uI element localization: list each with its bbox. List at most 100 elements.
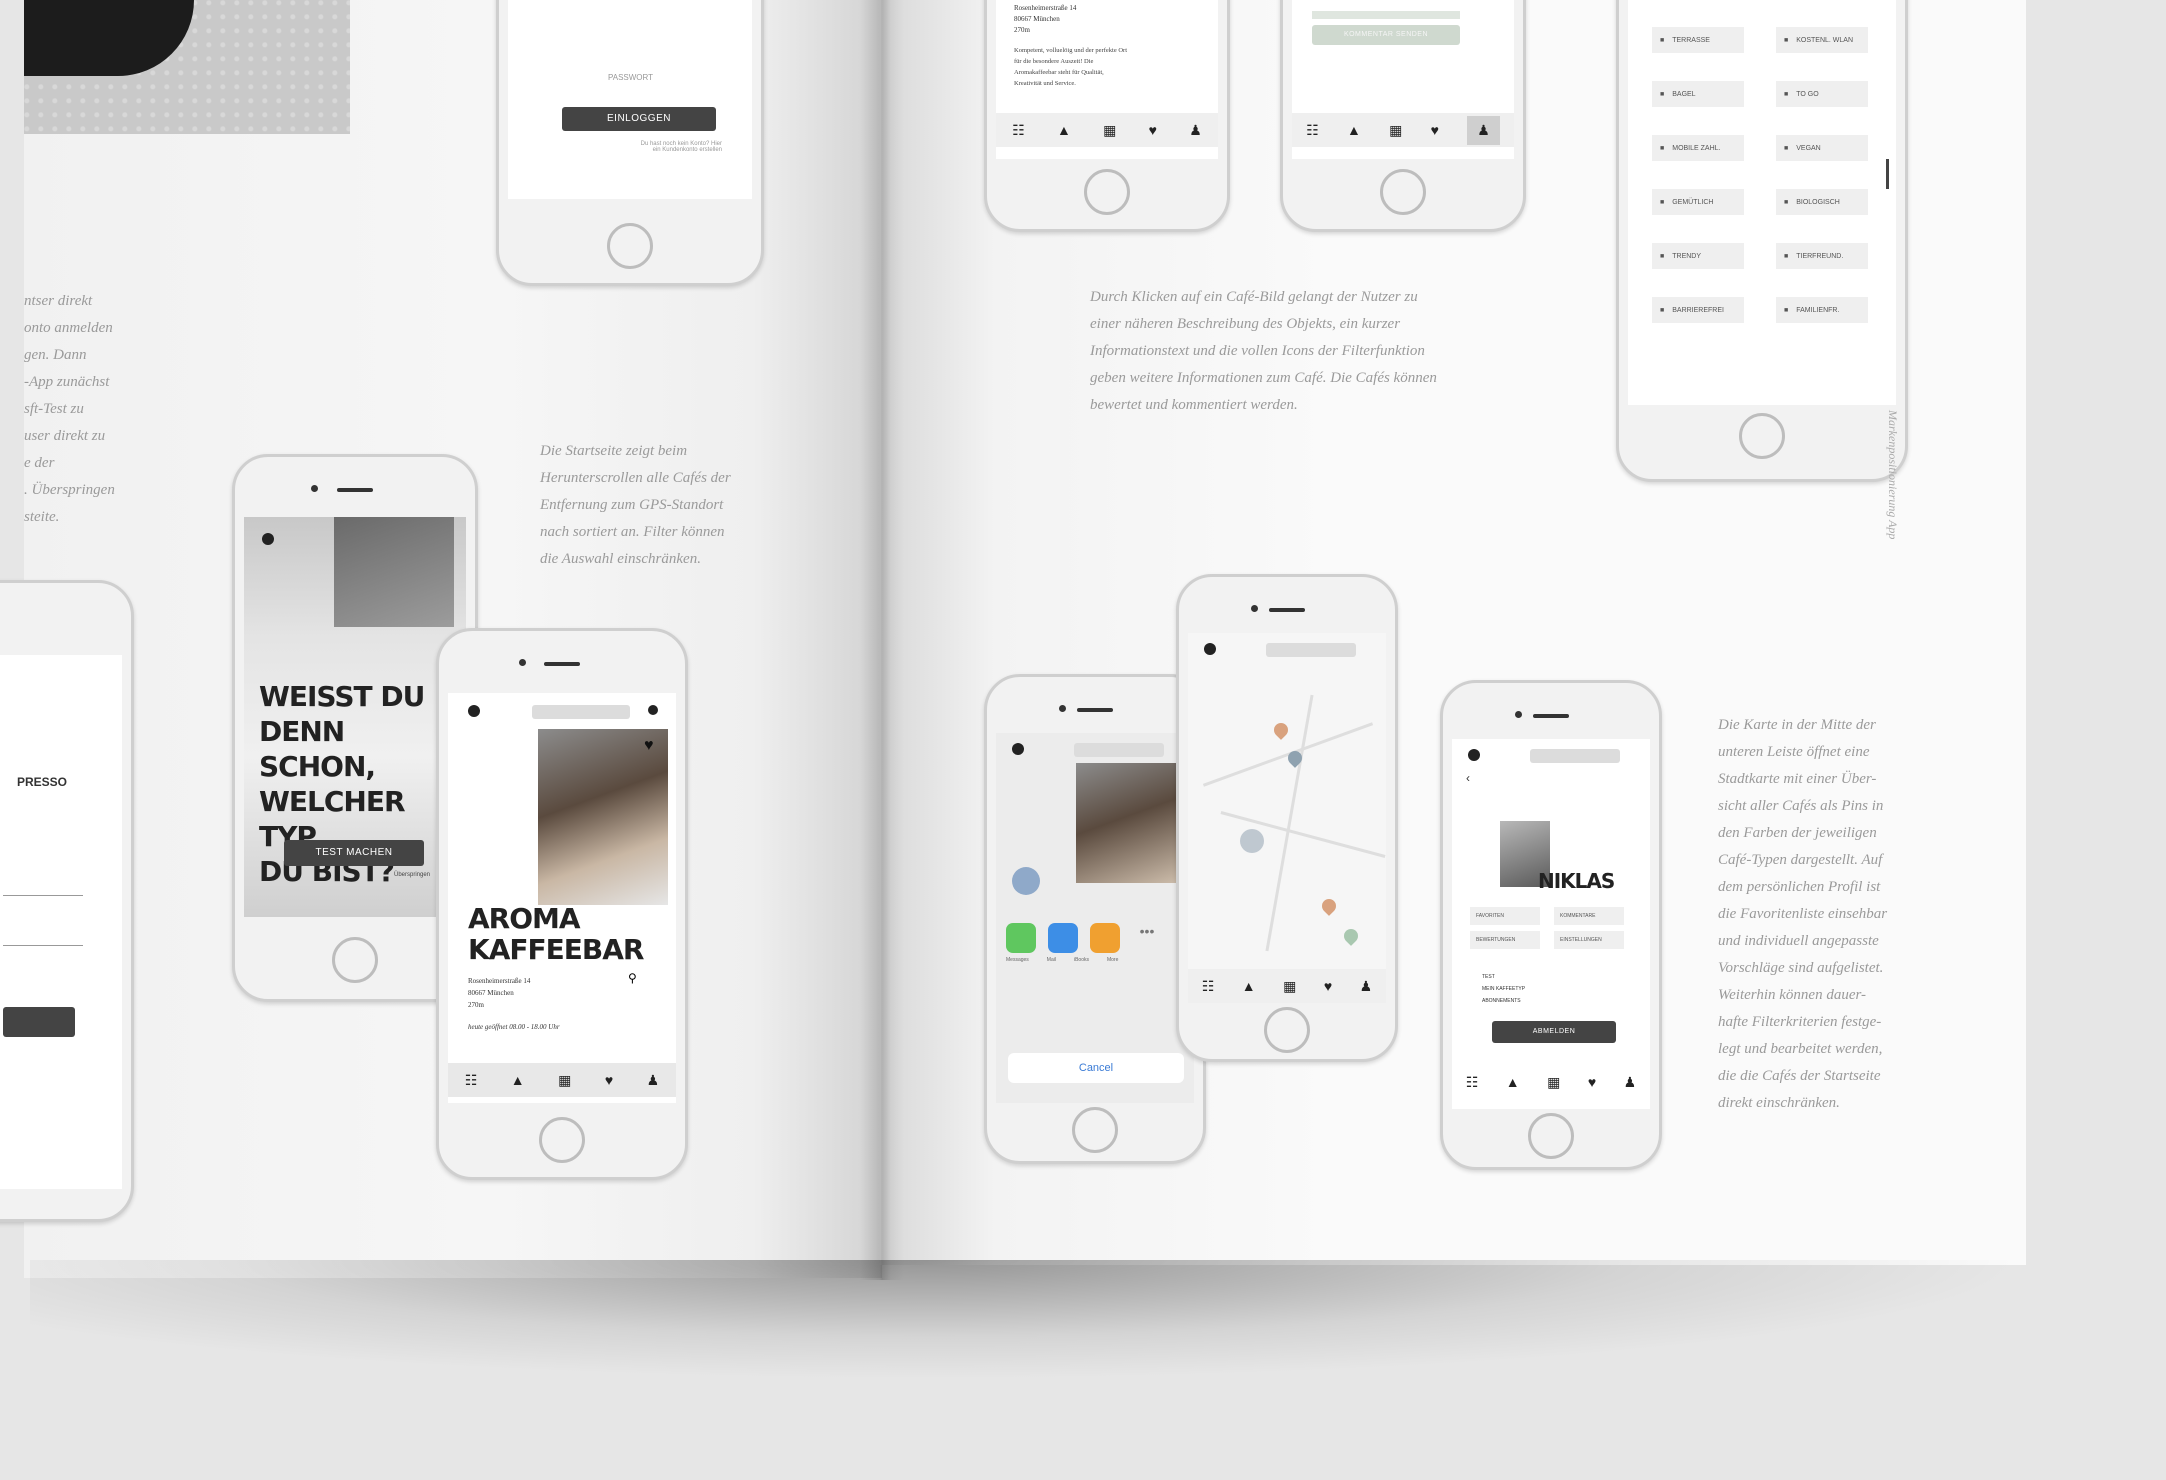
filter-chip[interactable]: ■ BARRIEREFREI <box>1652 297 1744 323</box>
home-button[interactable] <box>539 1117 585 1163</box>
filter-chip-icon: ■ <box>1660 36 1665 44</box>
location-tab-icon[interactable]: ▲ <box>1347 122 1361 138</box>
filter-chip[interactable]: ■ KOSTENL. WLAN <box>1776 27 1868 53</box>
favorites-chip[interactable]: FAVORITEN <box>1470 907 1540 925</box>
profile-tab-icon[interactable]: ♟ <box>1189 122 1202 139</box>
profile-tab-icon[interactable]: ♟ <box>1624 1074 1637 1091</box>
heart-icon[interactable]: ♥ <box>644 737 654 755</box>
map-tab-icon[interactable]: ▦ <box>1283 978 1296 995</box>
filter-chip[interactable]: ■ GEMÜTLICH <box>1652 189 1744 215</box>
filter-tab-icon[interactable]: ☷ <box>1012 122 1025 139</box>
profile-tab-icon[interactable]: ♟ <box>1467 115 1500 145</box>
filter-chip[interactable]: ■ VEGAN <box>1776 135 1868 161</box>
filter-chip[interactable]: ■ TIERFREUND. <box>1776 243 1868 269</box>
cafe-pin[interactable] <box>1271 720 1291 740</box>
filter-tab-icon[interactable]: ☷ <box>1306 122 1319 139</box>
list-item[interactable]: ABONNEMENTS <box>1482 995 1525 1007</box>
list-item[interactable]: MEIN KAFFEETYP <box>1482 983 1525 995</box>
favorites-tab-icon[interactable]: ♥ <box>1588 1074 1596 1090</box>
favorites-tab-icon[interactable]: ♥ <box>1149 122 1157 138</box>
home-button[interactable] <box>1072 1107 1118 1153</box>
filter-chip-label: VEGAN <box>1796 144 1821 152</box>
search-input[interactable] <box>1530 749 1620 763</box>
map-tab-icon[interactable]: ▦ <box>1389 122 1402 139</box>
location-tab-icon[interactable]: ▲ <box>1057 122 1071 138</box>
tab-bar: ☷ ▲ ▦ ♥ ♟ <box>448 1063 676 1097</box>
home-button[interactable] <box>332 937 378 983</box>
filter-tab-icon[interactable]: ☷ <box>465 1072 478 1089</box>
filter-chip[interactable]: ■ BIOLOGISCH <box>1776 189 1868 215</box>
filter-tab-icon[interactable]: ☷ <box>1202 978 1215 995</box>
front-camera <box>1059 705 1066 712</box>
filter-chip-label: TIERFREUND. <box>1796 252 1844 260</box>
detail-description: Kompetent, volluelöig und der perfekte O… <box>1014 47 1127 87</box>
favorites-tab-icon[interactable]: ♥ <box>1324 978 1332 994</box>
password-label: PASSWORT <box>608 73 654 82</box>
home-button[interactable] <box>607 223 653 269</box>
favorites-tab-icon[interactable]: ♥ <box>605 1072 613 1088</box>
skip-link[interactable]: Überspringen <box>394 872 430 878</box>
search-input[interactable] <box>1074 743 1164 757</box>
comment-field[interactable] <box>1312 11 1460 19</box>
cafe-phone: ♥ AROMA KAFFEEBAR Rosenheimerstraße 14 8… <box>436 628 688 1180</box>
filter-chip-icon: ■ <box>1660 198 1665 206</box>
share-app-labels: Messages Mail iBooks More <box>1006 957 1119 963</box>
test-button[interactable]: TEST MACHEN <box>284 840 424 866</box>
filter-tab-icon[interactable]: ☷ <box>1466 1074 1479 1091</box>
list-item[interactable]: TEST <box>1482 971 1525 983</box>
filter-chip[interactable]: ■ FAMILIENFR. <box>1776 297 1868 323</box>
quiz-screen: WEISST DU DENN SCHON, WELCHER TYP DU BIS… <box>244 517 466 917</box>
caption-startseite: Die Startseite zeigt beim Herunterscroll… <box>540 443 731 567</box>
front-camera <box>1251 605 1258 612</box>
filter-chip[interactable]: ■ TO GO <box>1776 81 1868 107</box>
location-tab-icon[interactable]: ▲ <box>1506 1074 1520 1090</box>
send-comment-button[interactable]: KOMMENTAR SENDEN <box>1312 25 1460 45</box>
speaker <box>544 662 580 666</box>
cancel-button[interactable]: Cancel <box>1008 1053 1184 1083</box>
filter-chip[interactable]: ■ BAGEL <box>1652 81 1744 107</box>
home-button[interactable] <box>1739 413 1785 459</box>
login-button[interactable]: EINLOGGEN <box>562 107 716 131</box>
detail-screen: Rosenheimerstraße 14 80667 München 270m … <box>996 0 1218 159</box>
ibooks-icon[interactable] <box>1090 923 1120 953</box>
filter-chip-label: MOBILE ZAHL. <box>1672 144 1721 152</box>
search-input[interactable] <box>1266 643 1356 657</box>
logout-button[interactable]: ABMELDEN <box>1492 1021 1616 1043</box>
search-input[interactable] <box>532 705 630 719</box>
favorites-tab-icon[interactable]: ♥ <box>1431 122 1439 138</box>
more-icon[interactable]: ••• <box>1132 923 1162 953</box>
scrollbar[interactable] <box>1886 159 1889 189</box>
cafe-address: Rosenheimerstraße 14 80667 München 270m <box>468 977 531 1009</box>
left-body-text: ntser direkt onto anmelden gen. Dann -Ap… <box>24 293 115 525</box>
settings-chip[interactable]: EINSTELLUNGEN <box>1554 931 1624 949</box>
profile-tab-icon[interactable]: ♟ <box>647 1072 660 1089</box>
profile-tab-icon[interactable]: ♟ <box>1360 978 1373 995</box>
filter-chip-icon: ■ <box>1660 144 1665 152</box>
share-user-icon <box>1012 867 1040 895</box>
filter-chip[interactable]: ■ MOBILE ZAHL. <box>1652 135 1744 161</box>
map-tab-icon[interactable]: ▦ <box>558 1072 571 1089</box>
partial-login-button[interactable] <box>3 1007 75 1037</box>
partial-login-phone: PRESSO <box>0 580 134 1222</box>
map-tab-icon[interactable]: ▦ <box>1547 1074 1560 1091</box>
filter-chip-icon: ■ <box>1784 306 1789 314</box>
cafe-pin[interactable] <box>1341 926 1361 946</box>
filter-chip[interactable]: ■ TERRASSE <box>1652 27 1744 53</box>
filter-chip[interactable]: ■ TRENDY <box>1652 243 1744 269</box>
home-button[interactable] <box>1264 1007 1310 1053</box>
back-chevron-icon[interactable]: ‹ <box>1466 771 1470 785</box>
home-button[interactable] <box>1380 169 1426 215</box>
map-tab-icon[interactable]: ▦ <box>1103 122 1116 139</box>
home-button[interactable] <box>1528 1113 1574 1159</box>
location-tab-icon[interactable]: ▲ <box>1242 978 1256 994</box>
settings-icon[interactable] <box>648 705 658 715</box>
cafe-pin[interactable] <box>1319 896 1339 916</box>
map-screen: ☷ ▲ ▦ ♥ ♟ <box>1188 633 1386 1003</box>
home-button[interactable] <box>1084 169 1130 215</box>
ratings-chip[interactable]: BEWERTUNGEN <box>1470 931 1540 949</box>
location-tab-icon[interactable]: ▲ <box>511 1072 525 1088</box>
messages-icon[interactable] <box>1006 923 1036 953</box>
mail-icon[interactable] <box>1048 923 1078 953</box>
comments-chip[interactable]: KOMMENTARE <box>1554 907 1624 925</box>
coffee-photo <box>538 729 668 905</box>
